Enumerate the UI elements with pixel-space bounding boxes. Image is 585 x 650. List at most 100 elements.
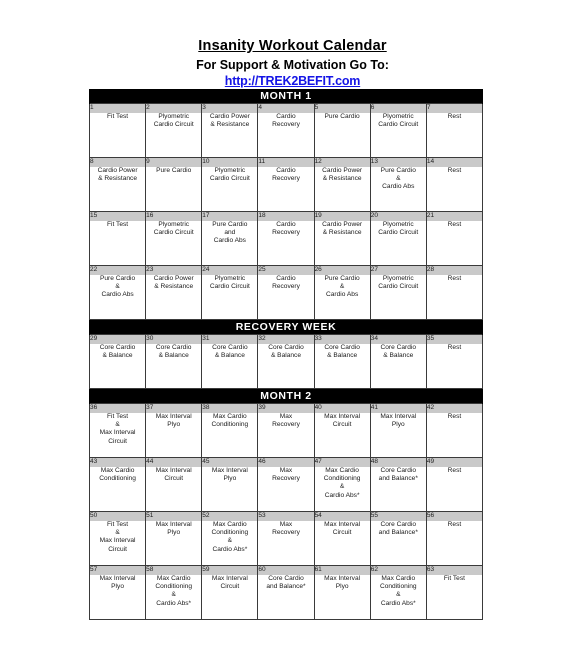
day-cell[interactable]: Rest [425,275,484,320]
day-number: 45 [201,457,259,467]
day-cell[interactable]: Max Cardio Conditioning & Cardio Abs* [313,467,371,512]
section-band: RECOVERY WEEK [89,319,483,335]
day-cell[interactable]: Cardio Recovery [257,221,315,266]
day-cell[interactable]: Plyometric Cardio Circuit [201,167,259,212]
day-cell[interactable]: Plyometric Cardio Circuit [201,275,259,320]
day-cell[interactable]: Plyometric Cardio Circuit [369,221,427,266]
day-cell[interactable]: Pure Cardio and Cardio Abs [201,221,259,266]
day-number: 9 [145,157,203,167]
workout-label: Max Interval Plyo [324,575,361,591]
day-cell[interactable]: Max Interval Plyo [313,575,371,620]
day-cell[interactable]: Cardio Power & Resistance [88,167,147,212]
support-website-link[interactable]: http://TREK2BEFIT.com [225,74,361,88]
day-cell[interactable]: Rest [425,344,484,389]
day-cell[interactable]: Rest [425,521,484,566]
day-cell[interactable]: Core Cardio & Balance [257,344,315,389]
day-cell[interactable]: Rest [425,413,484,458]
day-cell[interactable]: Core Cardio and Balance* [257,575,315,620]
day-cell[interactable]: Fit Test [425,575,484,620]
day-number: 7 [425,103,484,113]
day-cell[interactable]: Max Cardio Conditioning [201,413,259,458]
workout-label: Core Cardio & Balance [380,344,417,360]
workout-label: Core Cardio & Balance [268,344,304,360]
day-cell[interactable]: Max Recovery [257,521,315,566]
day-number: 16 [145,211,203,221]
day-cell[interactable]: Core Cardio & Balance [313,344,371,389]
day-cell[interactable]: Max Interval Circuit [313,413,371,458]
day-cell[interactable]: Max Interval Plyo [201,467,259,512]
workout-label: Core Cardio & Balance [324,344,360,360]
day-cell[interactable]: Rest [425,113,484,158]
workout-label: Cardio Power & Resistance [322,167,363,183]
day-cell[interactable]: Core Cardio and Balance* [369,521,427,566]
day-cell[interactable]: Fit Test [88,113,147,158]
day-cell[interactable]: Max Interval Plyo [145,413,203,458]
day-cell[interactable]: Core Cardio & Balance [369,344,427,389]
day-cell[interactable]: Pure Cardio & Cardio Abs [313,275,371,320]
workout-label: Max Interval Circuit [155,467,192,483]
day-cell[interactable]: Plyometric Cardio Circuit [369,275,427,320]
day-cell[interactable]: Max Recovery [257,413,315,458]
day-cell[interactable]: Rest [425,221,484,266]
day-number: 39 [257,403,315,413]
day-cell[interactable]: Max Interval Circuit [313,521,371,566]
day-number: 52 [201,511,259,521]
day-cell[interactable]: Max Interval Plyo [369,413,427,458]
day-number: 35 [425,334,484,344]
day-cell[interactable]: Fit Test & Max Interval Circuit [88,521,147,566]
day-cell[interactable]: Max Interval Circuit [145,467,203,512]
day-cell[interactable]: Plyometric Cardio Circuit [369,113,427,158]
day-number-row: 43 44 45 46 47 48 49 [88,457,484,467]
week-row: Fit Test Plyometric Cardio Circuit Cardio … [88,113,484,158]
day-cell[interactable]: Cardio Recovery [257,113,315,158]
day-number: 27 [369,265,427,275]
day-cell[interactable]: Max Cardio Conditioning & Cardio Abs* [145,575,203,620]
day-cell[interactable]: Max Cardio Conditioning & Cardio Abs* [369,575,427,620]
day-cell[interactable]: Plyometric Cardio Circuit [145,221,203,266]
day-cell[interactable]: Max Cardio Conditioning [88,467,147,512]
day-cell[interactable]: Cardio Power & Resistance [313,221,371,266]
day-cell[interactable]: Pure Cardio & Cardio Abs [88,275,147,320]
day-number: 59 [201,565,259,575]
day-cell[interactable]: Cardio Power & Resistance [145,275,203,320]
day-cell[interactable]: Fit Test & Max Interval Circuit [88,413,147,458]
day-cell[interactable]: Max Interval Plyo [145,521,203,566]
day-cell[interactable]: Pure Cardio [145,167,203,212]
day-cell[interactable]: Fit Test [88,221,147,266]
day-number: 30 [145,334,203,344]
workout-calendar-table: MONTH 1 1 2 3 4 5 6 7 Fit Test Plyometric Cardio … [88,89,484,620]
day-number: 32 [257,334,315,344]
day-cell[interactable]: Rest [425,467,484,512]
day-cell[interactable]: Cardio Power & Resistance [313,167,371,212]
day-number: 60 [257,565,315,575]
week-row: Pure Cardio & Cardio Abs Cardio Power & R… [88,275,484,320]
day-cell[interactable]: Core Cardio & Balance [145,344,203,389]
day-number: 42 [425,403,484,413]
workout-label: Rest [447,113,462,120]
workout-label: Rest [447,521,462,528]
workout-label: Pure Cardio [156,167,192,174]
day-cell[interactable]: Core Cardio and Balance* [369,467,427,512]
day-cell[interactable]: Pure Cardio & Cardio Abs [369,167,427,212]
day-cell[interactable]: Cardio Recovery [257,275,315,320]
day-cell[interactable]: Plyometric Cardio Circuit [145,113,203,158]
day-cell[interactable]: Max Recovery [257,467,315,512]
day-number: 47 [313,457,371,467]
day-cell[interactable]: Cardio Recovery [257,167,315,212]
workout-label: Max Cardio Conditioning [211,413,249,429]
day-cell[interactable]: Core Cardio & Balance [201,344,259,389]
day-cell[interactable]: Cardio Power & Resistance [201,113,259,158]
day-cell[interactable]: Max Interval Plyo [88,575,147,620]
day-number: 63 [425,565,484,575]
day-number-row: 29 30 31 32 33 34 35 [88,334,484,344]
document-header: Insanity Workout Calendar For Support & … [0,0,585,90]
day-number: 10 [201,157,259,167]
day-cell[interactable]: Pure Cardio [313,113,371,158]
day-cell[interactable]: Max Interval Circuit [201,575,259,620]
day-cell[interactable]: Core Cardio & Balance [88,344,147,389]
day-cell[interactable]: Rest [425,167,484,212]
day-number: 51 [145,511,203,521]
workout-label: Core Cardio & Balance [155,344,192,360]
day-cell[interactable]: Max Cardio Conditioning & Cardio Abs* [201,521,259,566]
calendar-page: Insanity Workout Calendar For Support & … [0,0,585,650]
